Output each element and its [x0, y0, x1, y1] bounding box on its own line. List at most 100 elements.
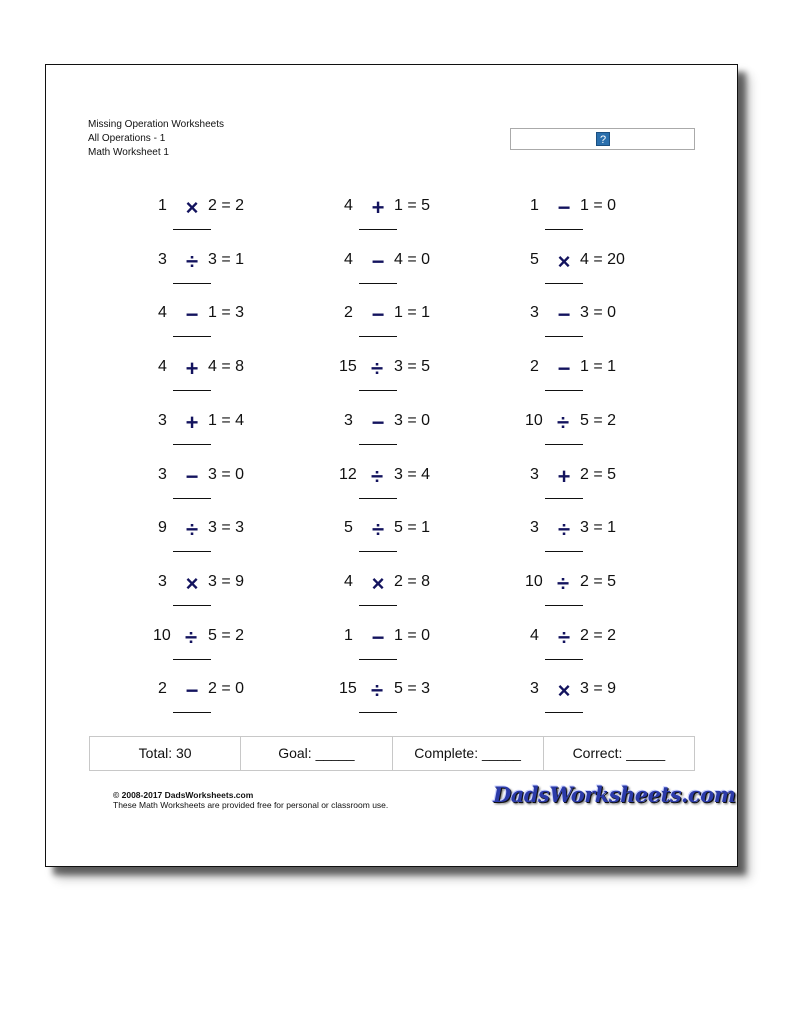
- answer-blank[interactable]: [173, 336, 211, 338]
- answer-blank[interactable]: [359, 712, 397, 714]
- operand-a: 2: [344, 304, 353, 322]
- answer-blank[interactable]: [545, 604, 583, 606]
- operand-a: 1: [530, 197, 539, 214]
- answer-blank[interactable]: [545, 658, 583, 660]
- operand-a: 2: [530, 358, 539, 376]
- answer-blank[interactable]: [173, 229, 211, 230]
- answer-blank[interactable]: [359, 336, 397, 338]
- problem-item: 2−2 = 0: [158, 679, 338, 719]
- problem-item: 12 ÷ 3 = 4: [339, 465, 519, 505]
- worksheet-number: Math Worksheet 1: [88, 147, 169, 158]
- copyright-text: © 2008-2017 DadsWorksheets.com: [113, 790, 254, 800]
- operand-b-result: 1 = 5: [394, 197, 431, 214]
- operator-icon: −: [185, 463, 199, 489]
- operand-a: 4: [344, 197, 353, 214]
- operand-a: 3: [158, 411, 167, 429]
- operand-b-result: 3 = 0: [394, 411, 431, 429]
- answer-blank[interactable]: [359, 658, 397, 660]
- answer-blank[interactable]: [359, 443, 397, 445]
- name-field[interactable]: ?: [510, 128, 695, 150]
- operand-b-result: 2 = 0: [208, 680, 245, 698]
- operator-icon: −: [185, 302, 199, 328]
- problem-item: 10 ÷ 2 = 5: [525, 572, 705, 612]
- operand-b-result: 3 = 0: [580, 304, 617, 322]
- answer-blank[interactable]: [359, 390, 397, 392]
- answer-blank[interactable]: [173, 443, 211, 445]
- problem-item: 4−4 = 0: [344, 250, 524, 290]
- problem-item: 4−1 = 3: [158, 303, 338, 343]
- operator-icon: ÷: [557, 517, 571, 543]
- answer-blank[interactable]: [173, 282, 211, 284]
- operand-a: 15: [339, 358, 357, 376]
- problem-item: 3 ÷ 3 = 1: [158, 250, 338, 290]
- problem-item: 5 × 4 = 20: [530, 250, 710, 290]
- operand-a: 10: [525, 572, 543, 590]
- answer-blank[interactable]: [359, 229, 397, 230]
- operator-icon: ÷: [371, 517, 385, 543]
- operand-b-result: 3 = 9: [208, 572, 245, 590]
- problem-item: 5 ÷ 5 = 1: [344, 518, 524, 558]
- operand-a: 3: [158, 465, 167, 483]
- operand-a: 4: [530, 626, 539, 644]
- operand-b-result: 3 = 4: [394, 465, 431, 483]
- operand-b-result: 2 = 2: [580, 626, 617, 644]
- operand-b-result: 1 = 1: [580, 358, 617, 376]
- operand-b-result: 3 = 0: [208, 465, 245, 483]
- answer-blank[interactable]: [545, 712, 583, 714]
- answer-blank[interactable]: [359, 551, 397, 553]
- answer-blank[interactable]: [173, 497, 211, 499]
- operator-icon: −: [557, 356, 571, 382]
- operand-a: 2: [158, 680, 167, 698]
- operand-a: 3: [158, 572, 167, 590]
- answer-blank[interactable]: [173, 551, 211, 553]
- operand-a: 9: [158, 519, 167, 537]
- answer-blank[interactable]: [545, 336, 583, 338]
- answer-blank[interactable]: [545, 551, 583, 553]
- answer-blank[interactable]: [545, 497, 583, 499]
- problem-item: 3−3 = 0: [530, 303, 710, 343]
- operand-b-result: 2 = 2: [208, 197, 245, 214]
- worksheet-series-title: Missing Operation Worksheets: [88, 119, 224, 130]
- operator-icon: −: [557, 195, 571, 220]
- operator-icon: ÷: [556, 570, 570, 596]
- operand-b-result: 4 = 20: [580, 250, 625, 268]
- operator-icon: −: [185, 678, 199, 704]
- answer-blank[interactable]: [545, 229, 583, 230]
- operator-icon: +: [185, 409, 199, 435]
- operand-a: 12: [339, 465, 357, 483]
- answer-blank[interactable]: [545, 390, 583, 392]
- operator-icon: −: [371, 624, 385, 650]
- operand-b-result: 3 = 1: [208, 250, 245, 268]
- operand-a: 3: [344, 411, 353, 429]
- operand-b-result: 3 = 3: [208, 519, 245, 537]
- answer-blank[interactable]: [173, 604, 211, 606]
- answer-blank[interactable]: [545, 443, 583, 445]
- answer-blank[interactable]: [173, 390, 211, 392]
- answer-blank[interactable]: [359, 282, 397, 284]
- operator-icon: ÷: [370, 356, 384, 382]
- answer-blank[interactable]: [359, 604, 397, 606]
- answer-blank[interactable]: [173, 658, 211, 660]
- correct-cell: Correct: _____: [572, 745, 666, 761]
- answer-blank[interactable]: [173, 712, 211, 714]
- operator-icon: −: [371, 302, 385, 328]
- operator-icon: ÷: [557, 624, 571, 650]
- operand-b-result: 1 = 1: [394, 304, 431, 322]
- answer-blank[interactable]: [359, 497, 397, 499]
- operand-b-result: 1 = 0: [580, 197, 617, 214]
- worksheet-set-title: All Operations - 1: [88, 133, 166, 144]
- operand-b-result: 2 = 5: [580, 465, 617, 483]
- problem-item: 4 × 2 = 8: [344, 572, 524, 612]
- operand-b-result: 4 = 8: [208, 358, 245, 376]
- operand-b-result: 5 = 1: [394, 519, 431, 537]
- answer-blank[interactable]: [545, 282, 583, 284]
- problem-item: 2−1 = 1: [344, 303, 524, 343]
- footer-copyright: © 2008-2017 DadsWorksheets.com These Mat…: [113, 790, 388, 810]
- problem-item: 3 +2 = 5: [530, 465, 710, 505]
- problem-item: 2−1 = 1: [530, 357, 710, 397]
- operand-a: 1: [344, 626, 353, 644]
- problem-item: 3 +1 = 4: [158, 411, 338, 451]
- help-icon[interactable]: ?: [596, 132, 610, 146]
- problem-item: 15 ÷ 5 = 3: [339, 679, 519, 719]
- problem-item: 3 × 3 = 9: [158, 572, 338, 612]
